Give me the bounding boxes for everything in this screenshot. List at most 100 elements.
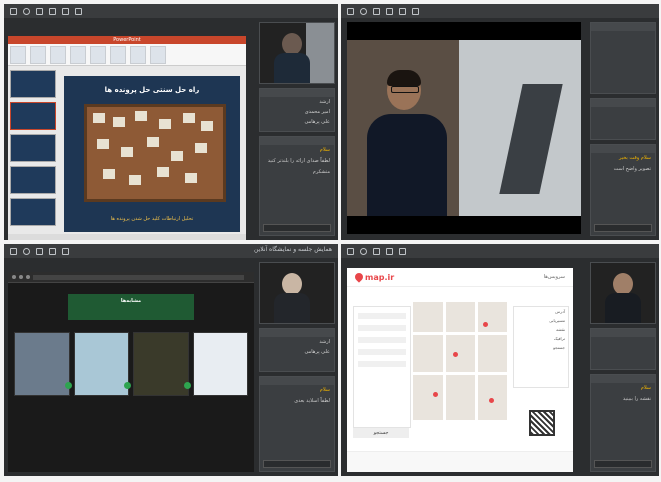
gallery-card[interactable] (73, 332, 131, 396)
ribbon-button[interactable] (90, 46, 106, 64)
chat-message: لطفاً صدای ارائه را بلندتر کنید (267, 158, 330, 164)
record-icon[interactable] (23, 247, 30, 255)
chat-panel: سلام نقشه را ببینید (590, 374, 656, 472)
slide-thumbnail[interactable] (10, 166, 56, 194)
ribbon-button[interactable] (130, 46, 146, 64)
pen-icon[interactable] (386, 247, 393, 255)
chat-message: سلام (319, 387, 330, 393)
panel-header (591, 99, 655, 107)
site-footer (347, 451, 573, 472)
session-title: همایش جلسه و نمایشگاه آنلاین (254, 246, 332, 253)
list-item[interactable]: جستجو (514, 343, 568, 352)
user-item[interactable]: علی پرهامی (260, 117, 334, 127)
record-icon[interactable] (23, 7, 30, 15)
chat-message: تصویر واضح است (613, 166, 651, 172)
grid-icon[interactable] (10, 247, 17, 255)
chat-panel: سلام وقت بخیر تصویر واضح است (590, 144, 656, 236)
ppt-status-bar (8, 234, 246, 240)
list-item[interactable]: آدرس (514, 307, 568, 316)
users-panel: ارشد علی پرهامی (259, 328, 335, 372)
session-toolbar: همایش جلسه و نمایشگاه آنلاین (4, 244, 338, 258)
search-button[interactable]: جستجو (353, 428, 409, 438)
browser-bar (8, 272, 254, 283)
list-item[interactable]: نقشه (514, 325, 568, 334)
session-window-browser: همایش جلسه و نمایشگاه آنلاین مشابه‌ها ار… (4, 244, 338, 476)
record-icon[interactable] (360, 247, 367, 255)
chat-input[interactable] (594, 224, 652, 232)
chat-message: سلام وقت بخیر (618, 155, 651, 161)
address-bar[interactable] (33, 274, 244, 280)
map-view[interactable] (413, 302, 507, 420)
pen-icon[interactable] (386, 7, 393, 15)
session-toolbar (4, 4, 338, 18)
webcam-panel (259, 262, 335, 324)
qr-code (529, 410, 555, 436)
gallery-card[interactable] (133, 332, 191, 396)
list-item[interactable]: مسیریابی (514, 316, 568, 325)
chat-input[interactable] (263, 460, 331, 468)
session-toolbar (341, 244, 659, 258)
panel-header (260, 137, 334, 145)
document-icon[interactable] (399, 247, 406, 255)
panel-header (260, 89, 334, 97)
list-item[interactable]: ترافیک (514, 334, 568, 343)
evidence-board-image (84, 104, 226, 202)
session-toolbar (341, 4, 659, 18)
grid-icon[interactable] (347, 7, 354, 15)
document-icon[interactable] (62, 247, 69, 255)
session-window-video: سلام وقت بخیر تصویر واضح است (341, 4, 659, 240)
square-icon[interactable] (36, 247, 43, 255)
powerpoint-window: PowerPoint راه حل سنتی حل پرونده ها تحلی… (8, 36, 246, 240)
sidebar: ارشد علی پرهامی سلام لطفاً اسلاید بعدی (259, 262, 335, 472)
ribbon-button[interactable] (150, 46, 166, 64)
chat-message: لطفاً اسلاید بعدی (294, 398, 330, 404)
grid-icon[interactable] (10, 7, 17, 15)
panel-header (591, 23, 655, 31)
ribbon-button[interactable] (70, 46, 86, 64)
user-item[interactable]: علی پرهامی (260, 347, 334, 357)
record-icon[interactable] (360, 7, 367, 15)
ribbon-button[interactable] (10, 46, 26, 64)
ribbon-button[interactable] (110, 46, 126, 64)
panel-header (591, 145, 655, 153)
slide-thumbnail[interactable] (10, 70, 56, 98)
grid-icon[interactable] (347, 247, 354, 255)
gallery-card[interactable] (14, 332, 72, 396)
chat-input[interactable] (594, 460, 652, 468)
chat-input[interactable] (263, 224, 331, 232)
ppt-ribbon (8, 44, 246, 66)
slide-title: راه حل سنتی حل پرونده ها (104, 86, 200, 94)
pen-icon[interactable] (49, 247, 56, 255)
ribbon-button[interactable] (50, 46, 66, 64)
side-form (353, 306, 411, 428)
document-icon[interactable] (399, 7, 406, 15)
site-nav[interactable]: سرویس‌ها (544, 274, 565, 280)
ribbon-button[interactable] (30, 46, 46, 64)
menu-icon[interactable] (75, 7, 82, 15)
slide-thumbnail[interactable] (10, 198, 56, 226)
user-item[interactable]: ارشد (260, 337, 334, 347)
site-logo[interactable]: map.ir (353, 271, 394, 283)
user-item[interactable]: ارشد (260, 97, 334, 107)
document-icon[interactable] (62, 7, 69, 15)
users-panel (590, 22, 656, 94)
slide-thumbnail[interactable] (10, 102, 56, 130)
square-icon[interactable] (373, 7, 380, 15)
menu-icon[interactable] (412, 7, 419, 15)
user-item[interactable]: امیر محمدی (260, 107, 334, 117)
page-banner: مشابه‌ها (68, 294, 194, 320)
gallery-cards (14, 332, 248, 396)
square-icon[interactable] (373, 247, 380, 255)
map-website: map.ir سرویس‌ها جستجو آدرس مسیریابی نقشه… (347, 268, 573, 472)
session-window-presentation: PowerPoint راه حل سنتی حل پرونده ها تحلی… (4, 4, 338, 240)
panel-header (260, 329, 334, 337)
users-panel: ارشد امیر محمدی علی پرهامی (259, 88, 335, 132)
sidebar: سلام نقشه را ببینید (590, 262, 656, 472)
pen-icon[interactable] (49, 7, 56, 15)
panel-header (591, 375, 655, 383)
slide-thumbnail[interactable] (10, 134, 56, 162)
chat-panel: سلام لطفاً اسلاید بعدی (259, 376, 335, 472)
gallery-card[interactable] (192, 332, 248, 396)
webcam-panel (590, 262, 656, 324)
square-icon[interactable] (36, 7, 43, 15)
